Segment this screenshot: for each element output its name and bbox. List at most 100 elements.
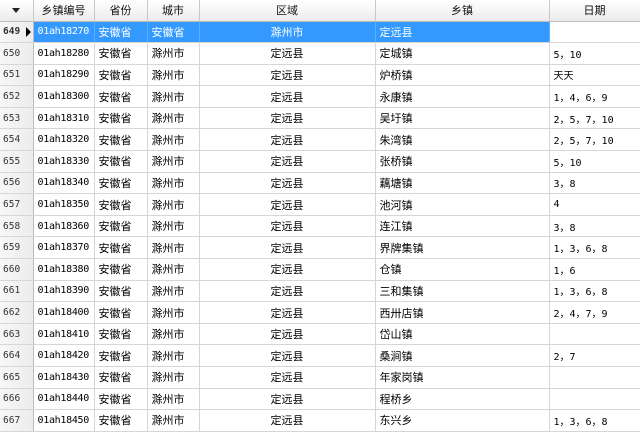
- row-number[interactable]: 658: [0, 215, 34, 238]
- row-number[interactable]: 664: [0, 344, 34, 367]
- table-row[interactable]: 663 01ah18410 安徽省 滁州市 定远县 岱山镇: [0, 323, 640, 346]
- cell-town[interactable]: 三和集镇: [375, 280, 550, 303]
- cell-code[interactable]: 01ah18450: [33, 409, 95, 432]
- cell-town[interactable]: 藕塘镇: [375, 172, 550, 195]
- table-row[interactable]: 667 01ah18450 安徽省 滁州市 定远县 东兴乡 1，3，6，8: [0, 409, 640, 432]
- table-row[interactable]: 654 01ah18320 安徽省 滁州市 定远县 朱湾镇 2，5，7，10: [0, 128, 640, 152]
- cell-city[interactable]: 滁州市: [147, 172, 200, 195]
- header-province[interactable]: 省份: [94, 0, 148, 22]
- cell-city[interactable]: 安徽省: [147, 21, 200, 44]
- cell-date[interactable]: 5，10: [549, 150, 640, 173]
- cell-date[interactable]: 1，4，6，9: [549, 85, 640, 108]
- table-row[interactable]: 659 01ah18370 安徽省 滁州市 定远县 界牌集镇 1，3，6，8: [0, 236, 640, 260]
- cell-area[interactable]: 定远县: [199, 409, 376, 432]
- header-area[interactable]: 区域: [199, 0, 376, 22]
- data-grid[interactable]: 乡镇编号 省份 城市 区域 乡镇 日期 649 01ah18270 安徽省 安徽省 滁州…: [0, 0, 640, 437]
- cell-area[interactable]: 定远县: [199, 323, 376, 346]
- cell-date[interactable]: 1，3，6，8: [549, 409, 640, 432]
- cell-town[interactable]: 池河镇: [375, 193, 550, 216]
- cell-city[interactable]: 滁州市: [147, 301, 200, 324]
- cell-area[interactable]: 定远县: [199, 236, 376, 260]
- cell-town[interactable]: 定远县: [375, 21, 550, 44]
- cell-area[interactable]: 定远县: [199, 215, 376, 238]
- cell-date[interactable]: 天天: [549, 64, 640, 87]
- cell-date[interactable]: [549, 21, 640, 44]
- cell-date[interactable]: 1，6: [549, 258, 640, 281]
- cell-date[interactable]: 1，3，6，8: [549, 236, 640, 260]
- table-row[interactable]: 665 01ah18430 安徽省 滁州市 定远县 年家岗镇: [0, 366, 640, 389]
- row-number[interactable]: 652: [0, 85, 34, 108]
- cell-code[interactable]: 01ah18310: [33, 107, 95, 130]
- cell-province[interactable]: 安徽省: [94, 344, 148, 367]
- cell-code[interactable]: 01ah18390: [33, 280, 95, 303]
- table-row[interactable]: 650 01ah18280 安徽省 滁州市 定远县 定城镇 5，10: [0, 42, 640, 65]
- cell-area[interactable]: 定远县: [199, 128, 376, 152]
- cell-code[interactable]: 01ah18370: [33, 236, 95, 260]
- cell-town[interactable]: 西卅店镇: [375, 301, 550, 324]
- cell-city[interactable]: 滁州市: [147, 107, 200, 130]
- cell-town[interactable]: 界牌集镇: [375, 236, 550, 260]
- cell-province[interactable]: 安徽省: [94, 366, 148, 389]
- row-number[interactable]: 666: [0, 388, 34, 411]
- cell-town[interactable]: 张桥镇: [375, 150, 550, 173]
- cell-code[interactable]: 01ah18400: [33, 301, 95, 324]
- header-corner[interactable]: [0, 0, 34, 22]
- cell-code[interactable]: 01ah18350: [33, 193, 95, 216]
- cell-city[interactable]: 滁州市: [147, 280, 200, 303]
- cell-date[interactable]: 5，10: [549, 42, 640, 65]
- chevron-down-icon[interactable]: [12, 8, 21, 14]
- table-row[interactable]: 651 01ah18290 安徽省 滁州市 定远县 炉桥镇 天天: [0, 64, 640, 87]
- cell-area[interactable]: 定远县: [199, 366, 376, 389]
- cell-city[interactable]: 滁州市: [147, 64, 200, 87]
- cell-area[interactable]: 滁州市: [199, 21, 376, 44]
- cell-area[interactable]: 定远县: [199, 258, 376, 281]
- row-number[interactable]: 663: [0, 323, 34, 346]
- table-row[interactable]: 656 01ah18340 安徽省 滁州市 定远县 藕塘镇 3，8: [0, 172, 640, 195]
- cell-province[interactable]: 安徽省: [94, 42, 148, 65]
- cell-town[interactable]: 吴圩镇: [375, 107, 550, 130]
- cell-province[interactable]: 安徽省: [94, 150, 148, 173]
- cell-code[interactable]: 01ah18290: [33, 64, 95, 87]
- row-number[interactable]: 659: [0, 236, 34, 260]
- row-number[interactable]: 660: [0, 258, 34, 281]
- cell-province[interactable]: 安徽省: [94, 85, 148, 108]
- row-number[interactable]: 665: [0, 366, 34, 389]
- table-row[interactable]: 666 01ah18440 安徽省 滁州市 定远县 程桥乡: [0, 388, 640, 411]
- cell-town[interactable]: 东兴乡: [375, 409, 550, 432]
- row-number[interactable]: 650: [0, 42, 34, 65]
- cell-code[interactable]: 01ah18360: [33, 215, 95, 238]
- cell-area[interactable]: 定远县: [199, 42, 376, 65]
- cell-area[interactable]: 定远县: [199, 107, 376, 130]
- cell-code[interactable]: 01ah18330: [33, 150, 95, 173]
- cell-area[interactable]: 定远县: [199, 388, 376, 411]
- cell-code[interactable]: 01ah18410: [33, 323, 95, 346]
- cell-area[interactable]: 定远县: [199, 64, 376, 87]
- cell-city[interactable]: 滁州市: [147, 215, 200, 238]
- cell-town[interactable]: 定城镇: [375, 42, 550, 65]
- cell-city[interactable]: 滁州市: [147, 128, 200, 152]
- cell-town[interactable]: 桑涧镇: [375, 344, 550, 367]
- cell-city[interactable]: 滁州市: [147, 42, 200, 65]
- table-row[interactable]: 658 01ah18360 安徽省 滁州市 定远县 连江镇 3，8: [0, 215, 640, 238]
- table-row[interactable]: 662 01ah18400 安徽省 滁州市 定远县 西卅店镇 2，4，7，9: [0, 301, 640, 324]
- cell-city[interactable]: 滁州市: [147, 366, 200, 389]
- cell-code[interactable]: 01ah18440: [33, 388, 95, 411]
- cell-date[interactable]: [549, 366, 640, 389]
- cell-date[interactable]: 1，3，6，8: [549, 280, 640, 303]
- table-row[interactable]: 661 01ah18390 安徽省 滁州市 定远县 三和集镇 1，3，6，8: [0, 280, 640, 303]
- cell-area[interactable]: 定远县: [199, 344, 376, 367]
- cell-town[interactable]: 永康镇: [375, 85, 550, 108]
- row-number[interactable]: 649: [0, 21, 34, 44]
- cell-province[interactable]: 安徽省: [94, 388, 148, 411]
- cell-province[interactable]: 安徽省: [94, 409, 148, 432]
- cell-province[interactable]: 安徽省: [94, 301, 148, 324]
- cell-date[interactable]: 2，4，7，9: [549, 301, 640, 324]
- cell-town[interactable]: 炉桥镇: [375, 64, 550, 87]
- header-town[interactable]: 乡镇: [375, 0, 550, 22]
- cell-area[interactable]: 定远县: [199, 150, 376, 173]
- cell-town[interactable]: 年家岗镇: [375, 366, 550, 389]
- cell-province[interactable]: 安徽省: [94, 280, 148, 303]
- cell-province[interactable]: 安徽省: [94, 21, 148, 44]
- table-row[interactable]: 660 01ah18380 安徽省 滁州市 定远县 仓镇 1，6: [0, 258, 640, 281]
- cell-area[interactable]: 定远县: [199, 85, 376, 108]
